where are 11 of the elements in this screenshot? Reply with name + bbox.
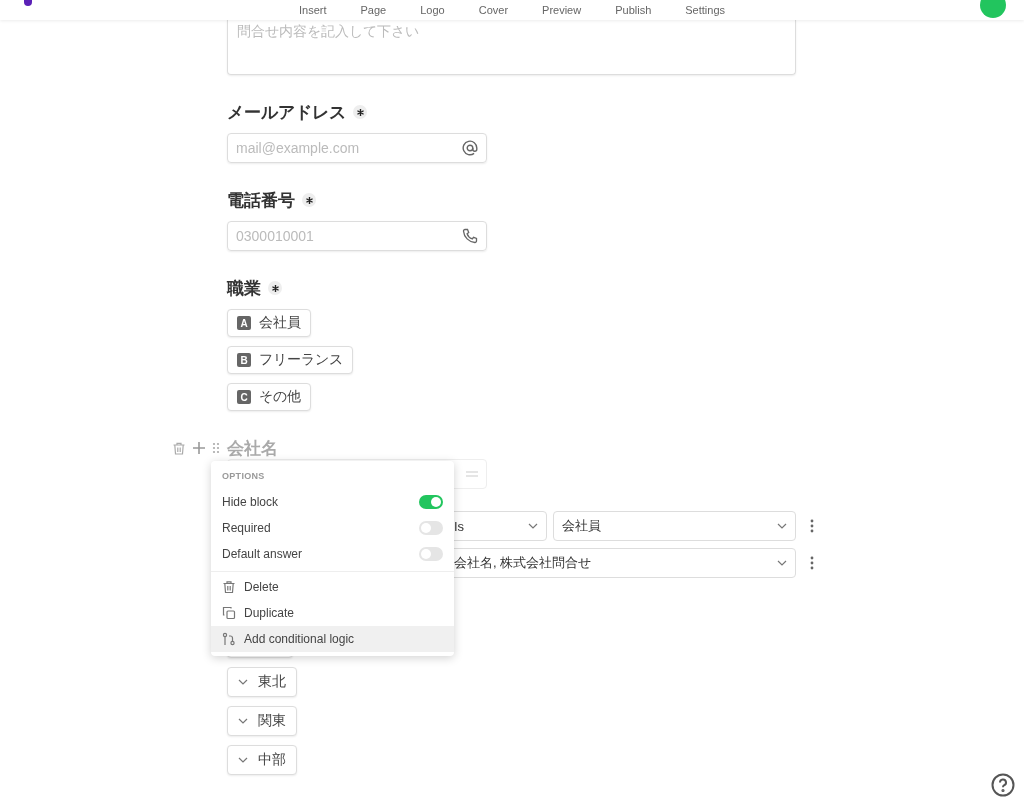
key-badge: A xyxy=(237,316,251,330)
menu-heading: OPTIONS xyxy=(222,471,265,481)
toggle-label: Default answer xyxy=(222,547,303,561)
field-label: 職業 xyxy=(227,277,261,300)
key-badge: B xyxy=(237,353,251,367)
field-label: メールアドレス xyxy=(227,101,346,124)
key-badge: C xyxy=(237,390,251,404)
toggle-label: Hide block xyxy=(222,495,279,509)
block-title: 会社名 xyxy=(227,437,278,460)
field-label: 電話番号 xyxy=(227,189,295,212)
toggle-label: Required xyxy=(222,521,271,535)
